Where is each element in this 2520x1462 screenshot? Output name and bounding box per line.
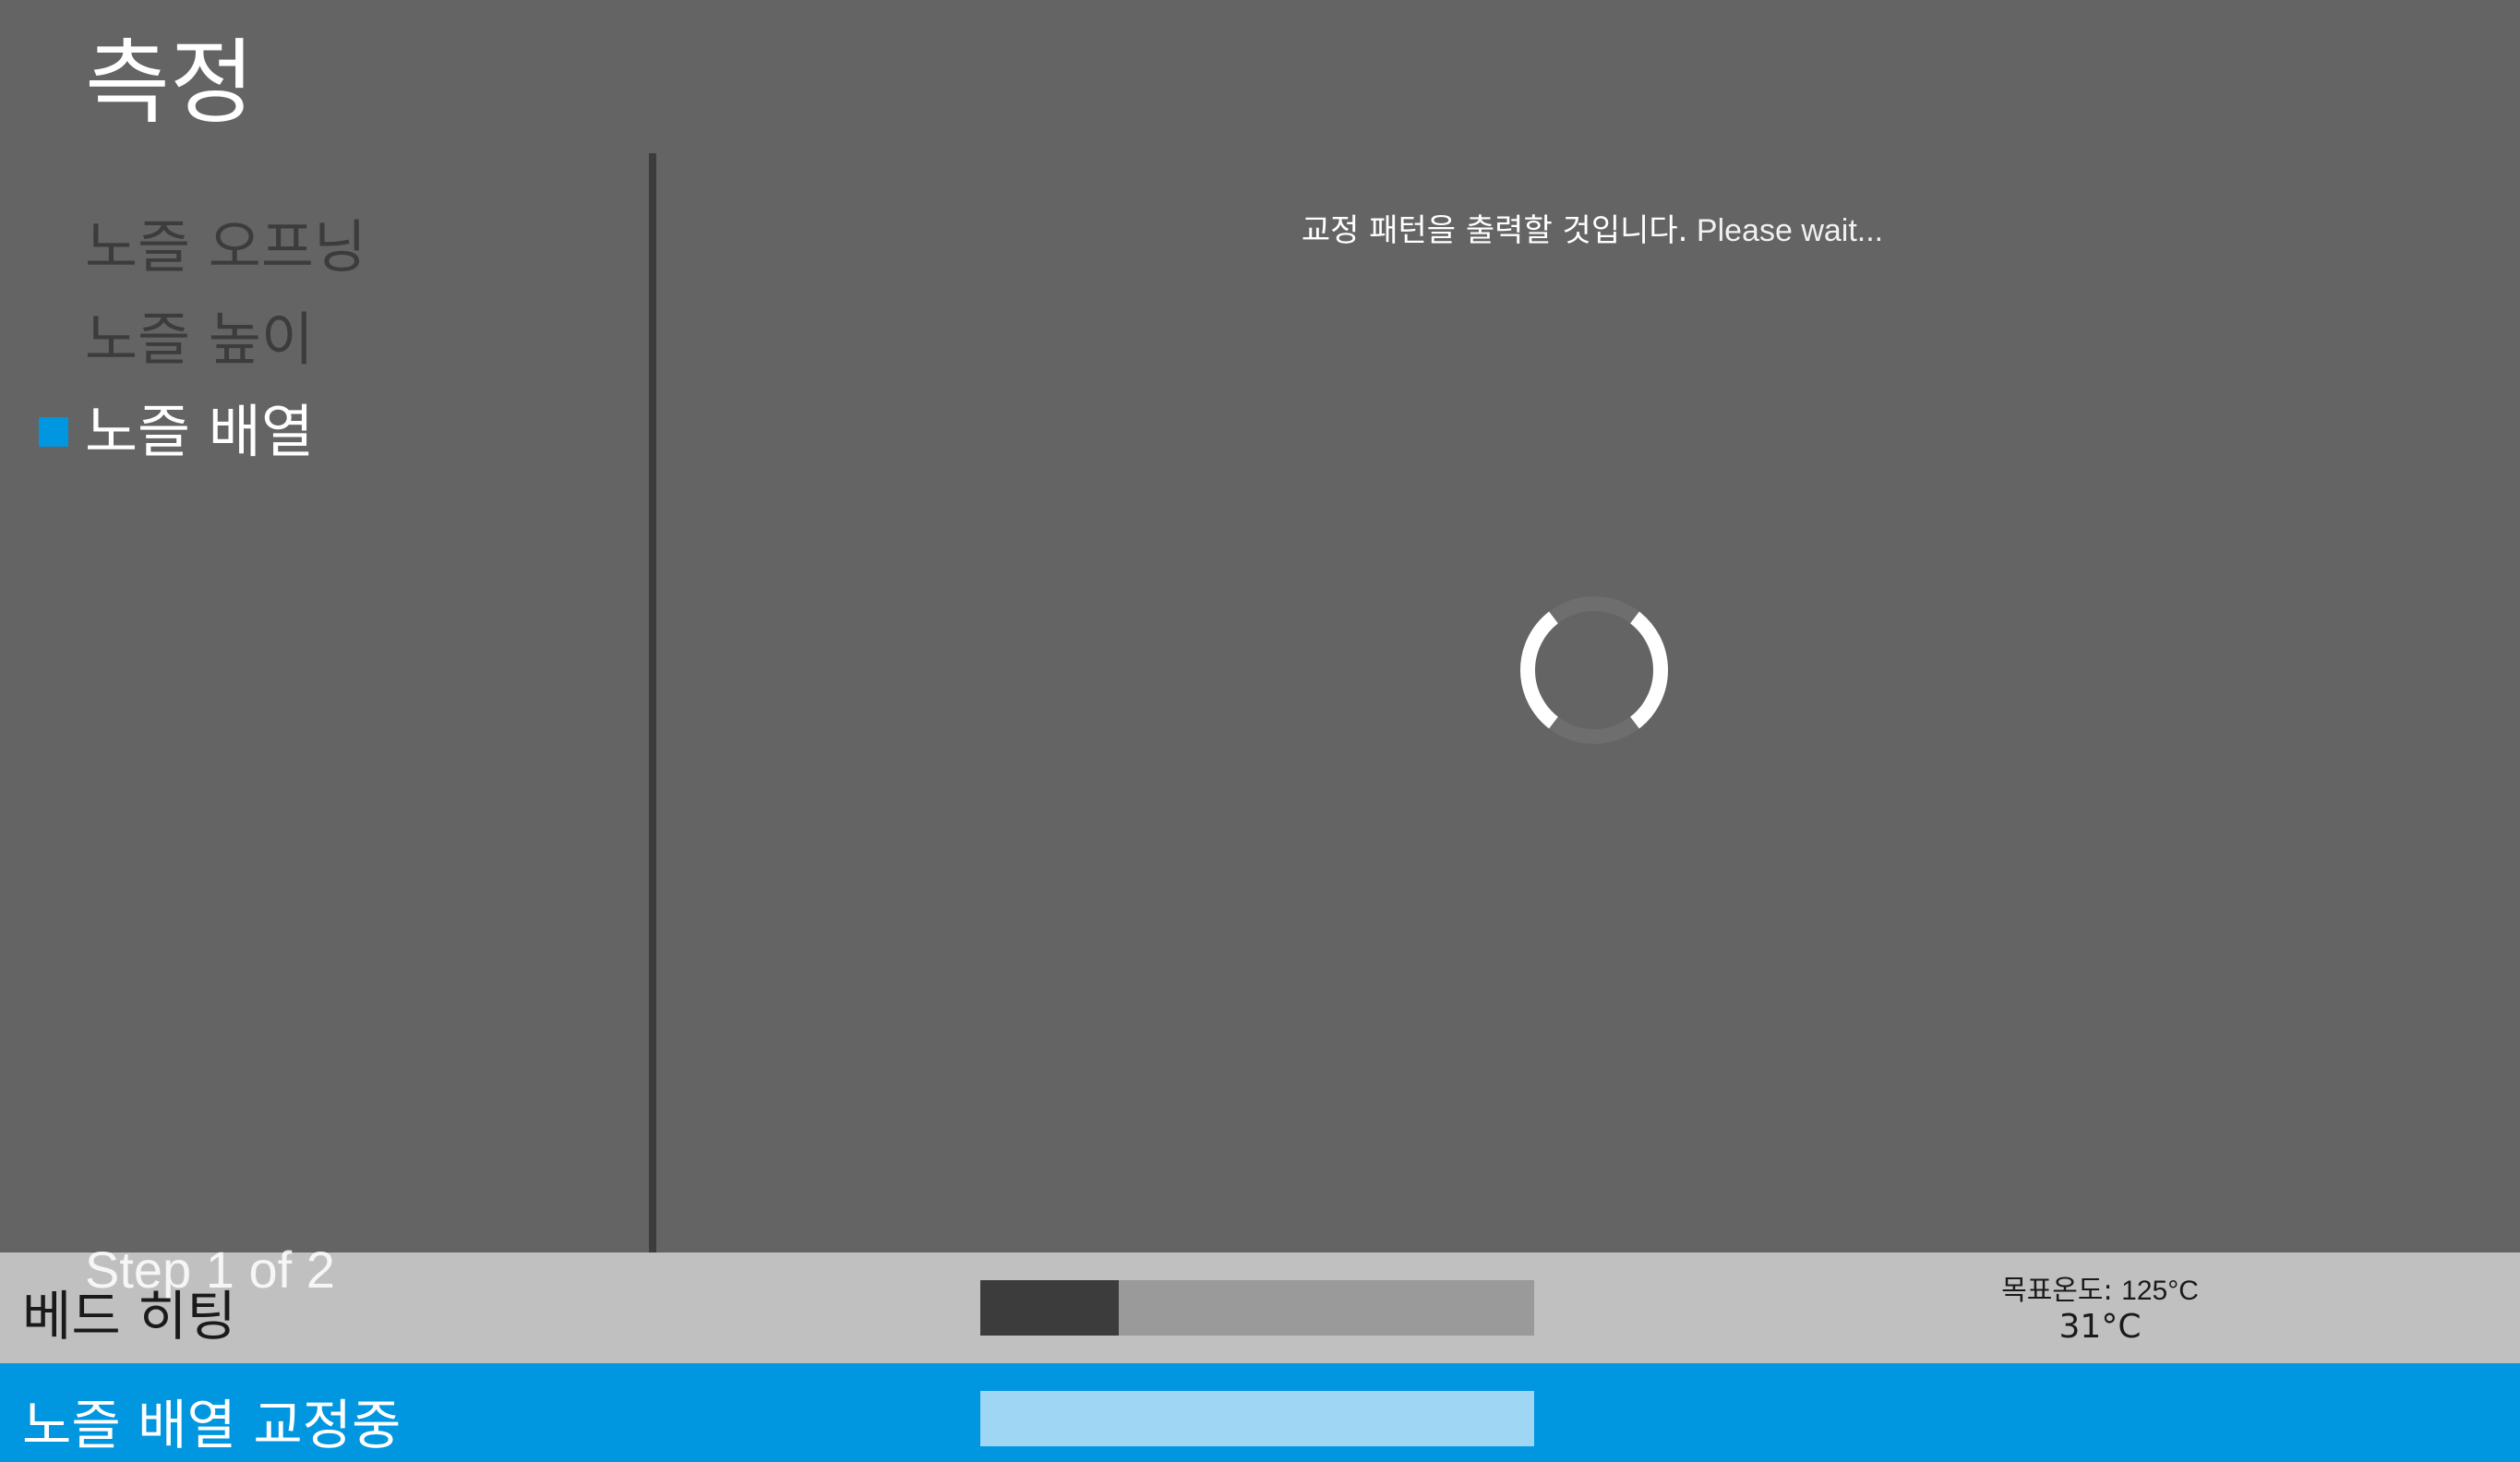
step-label: 노즐 높이 — [85, 306, 314, 373]
step-item-nozzle-opening: 노즐 오프닝 — [85, 201, 366, 294]
loading-spinner-icon — [1520, 596, 1668, 744]
target-temperature-label: 목표온도: — [2001, 1275, 2122, 1307]
active-step-marker — [39, 417, 68, 447]
step-item-nozzle-alignment: 노즐 배열 — [39, 386, 366, 478]
target-temperature: 목표온도: 125°C — [1938, 1267, 2262, 1308]
bed-heating-bar: 베드 히팅 목표온도: 125°C 31°C — [0, 1252, 2520, 1363]
step-item-nozzle-height: 노즐 높이 — [85, 294, 366, 386]
vertical-divider — [649, 153, 656, 1307]
step-label: 노즐 오프닝 — [85, 213, 366, 281]
status-message: 교정 패턴을 출력할 것입니다. Please wait... — [665, 205, 2520, 250]
target-temperature-value: 125°C — [2121, 1276, 2199, 1306]
process-label: 노즐 배열 교정중 — [22, 1394, 402, 1456]
step-list: 노즐 오프닝 노즐 높이 노즐 배열 — [39, 201, 366, 478]
page-title: 측정 — [85, 29, 255, 137]
bed-heating-progress — [980, 1280, 1534, 1336]
current-temperature: 31°C — [2058, 1308, 2142, 1346]
process-progress — [980, 1391, 1534, 1446]
process-status-bar: 노즐 배열 교정중 — [0, 1363, 2520, 1462]
step-label: 노즐 배열 — [85, 398, 314, 465]
status-message-korean: 교정 패턴을 출력할 것입니다. — [1301, 212, 1688, 249]
bed-heating-progress-fill — [980, 1280, 1119, 1336]
status-message-wait: Please wait... — [1687, 213, 1884, 248]
step-counter: Step 1 of 2 — [85, 1240, 335, 1299]
